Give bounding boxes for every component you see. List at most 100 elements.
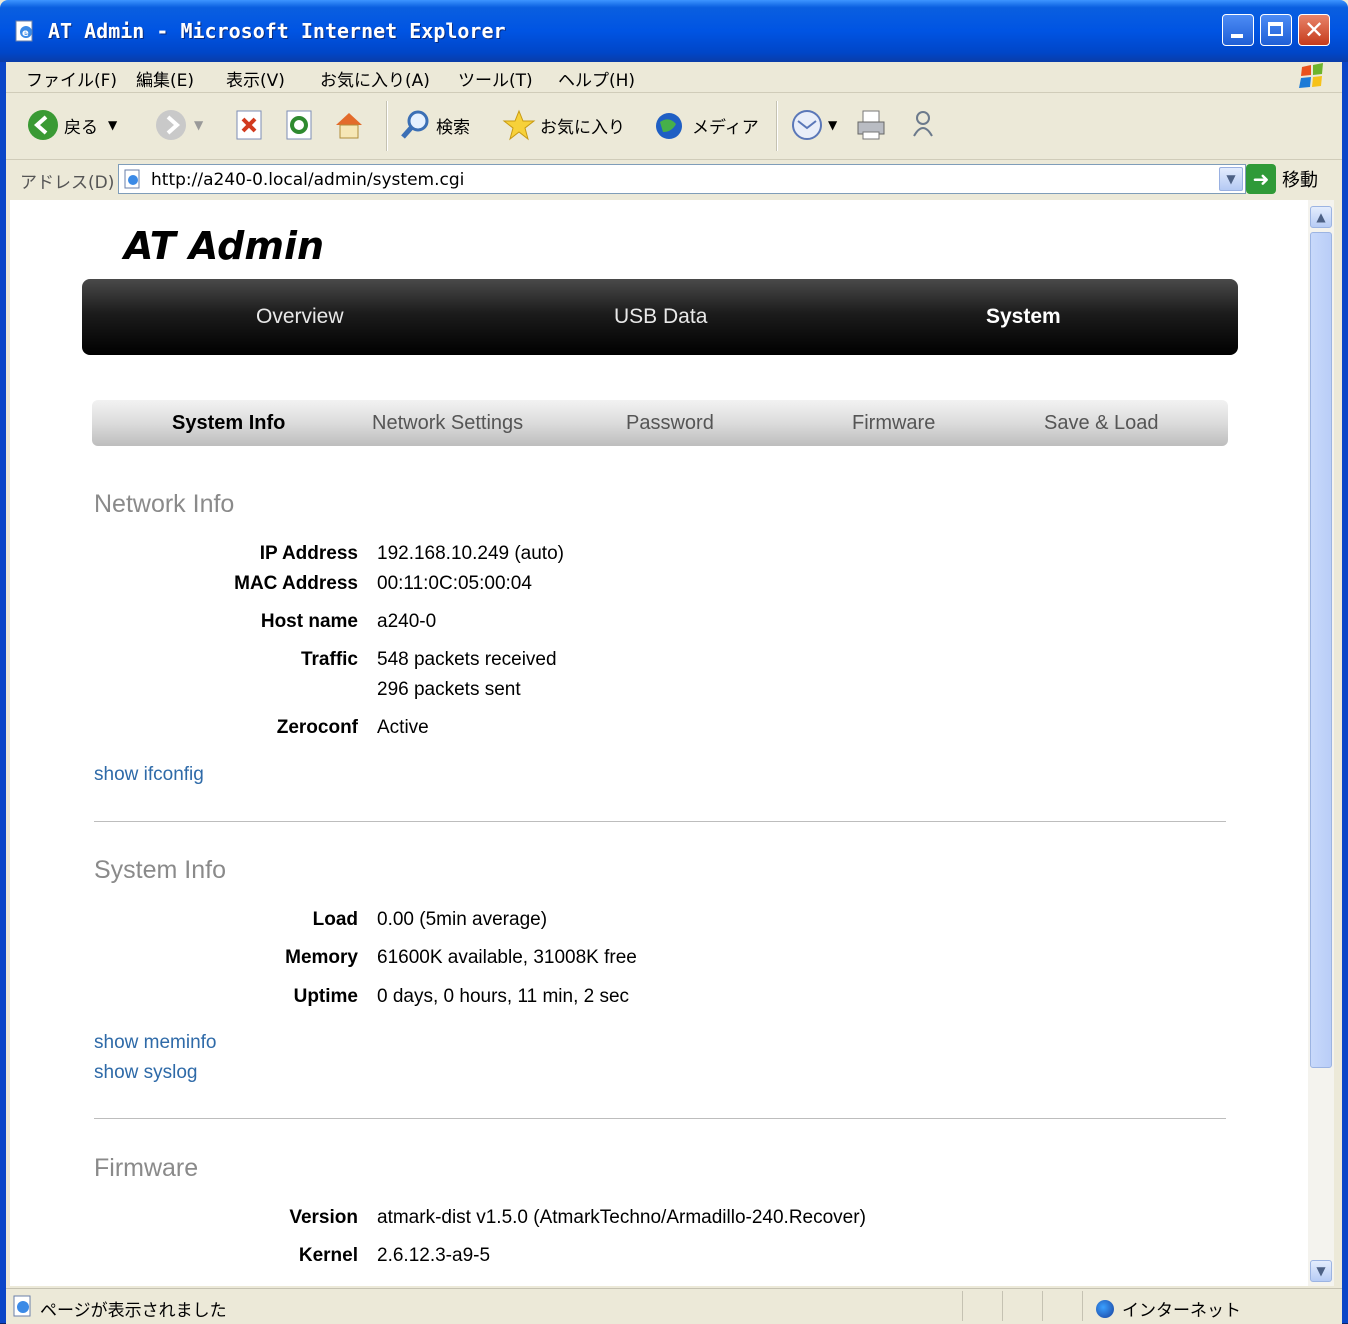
- favorites-button[interactable]: お気に入り: [502, 105, 625, 145]
- address-input[interactable]: http://a240-0.local/admin/system.cgi ▼: [118, 164, 1246, 194]
- windows-logo-icon: [1299, 63, 1323, 88]
- security-zone: インターネット: [1096, 1296, 1241, 1321]
- menu-view[interactable]: 表示(V): [226, 66, 285, 91]
- menu-file[interactable]: ファイル(F): [26, 66, 117, 91]
- forward-arrow-icon: [156, 110, 186, 140]
- title-bar[interactable]: e AT Admin - Microsoft Internet Explorer…: [0, 0, 1348, 62]
- stop-button[interactable]: [232, 105, 270, 145]
- vertical-scrollbar[interactable]: ▲ ▼: [1308, 200, 1334, 1286]
- address-label: アドレス(D): [20, 173, 115, 193]
- home-icon: [336, 113, 362, 139]
- search-button[interactable]: 検索: [398, 105, 470, 145]
- star-icon: [502, 109, 536, 141]
- go-arrow-icon: ➜: [1246, 164, 1276, 194]
- refresh-button[interactable]: [282, 105, 320, 145]
- memory-value: 61600K available, 31008K free: [377, 947, 637, 968]
- tab-password[interactable]: Password: [626, 412, 714, 435]
- window-title: AT Admin - Microsoft Internet Explorer: [48, 19, 506, 43]
- show-ifconfig-link[interactable]: show ifconfig: [94, 764, 204, 786]
- traffic-sent-value: 296 packets sent: [377, 679, 521, 700]
- traffic-received-value: 548 packets received: [377, 649, 557, 670]
- go-button[interactable]: ➜ 移動: [1246, 164, 1318, 194]
- ie-page-icon: [124, 169, 140, 189]
- window-frame-left: [0, 62, 6, 1323]
- window-frame-right: [1342, 62, 1348, 1323]
- browser-window: e AT Admin - Microsoft Internet Explorer…: [0, 0, 1348, 1324]
- status-bar: ページが表示されました インターネット: [6, 1288, 1342, 1324]
- forward-button[interactable]: ▼: [154, 105, 203, 145]
- status-text: ページが表示されました: [40, 1301, 227, 1321]
- svg-text:e: e: [22, 28, 29, 39]
- home-button[interactable]: [332, 105, 370, 145]
- search-icon: [401, 110, 429, 139]
- menu-tools[interactable]: ツール(T): [458, 66, 533, 91]
- messenger-button[interactable]: [906, 105, 944, 145]
- show-meminfo-link[interactable]: show meminfo: [94, 1032, 217, 1054]
- minimize-icon: [1231, 34, 1243, 38]
- print-button[interactable]: [854, 105, 892, 145]
- refresh-icon: [286, 110, 312, 140]
- maximize-icon: [1268, 22, 1283, 36]
- nav-overview[interactable]: Overview: [256, 305, 344, 329]
- uptime-value: 0 days, 0 hours, 11 min, 2 sec: [377, 986, 630, 1007]
- show-syslog-link[interactable]: show syslog: [94, 1062, 198, 1084]
- maximize-button[interactable]: [1260, 14, 1292, 46]
- printer-icon: [857, 110, 885, 140]
- section-divider: [94, 1118, 1226, 1119]
- tab-network-settings[interactable]: Network Settings: [372, 412, 523, 435]
- messenger-icon: [913, 111, 933, 137]
- nav-system[interactable]: System: [986, 305, 1061, 329]
- mail-dropdown-icon[interactable]: ▼: [828, 118, 837, 132]
- back-label: 戻る: [64, 117, 98, 138]
- menu-help[interactable]: ヘルプ(H): [558, 66, 635, 91]
- scroll-up-icon[interactable]: ▲: [1310, 206, 1332, 228]
- internet-globe-icon: [1096, 1299, 1114, 1318]
- forward-dropdown-icon[interactable]: ▼: [194, 118, 203, 132]
- tab-firmware[interactable]: Firmware: [852, 412, 935, 435]
- version-label: Version: [289, 1207, 358, 1228]
- tab-system-info[interactable]: System Info: [172, 412, 285, 435]
- media-globe-icon: [656, 113, 682, 139]
- media-button[interactable]: メディア: [654, 105, 759, 145]
- main-nav: Overview USB Data System: [82, 279, 1238, 355]
- minimize-button[interactable]: [1222, 14, 1254, 46]
- site-title: AT Admin: [124, 224, 325, 268]
- status-divider: [1002, 1291, 1003, 1321]
- sub-nav: System Info Network Settings Password Fi…: [92, 400, 1228, 446]
- traffic-label: Traffic: [300, 649, 358, 670]
- nav-usb-data[interactable]: USB Data: [614, 305, 707, 329]
- menu-favorites[interactable]: お気に入り(A): [320, 66, 430, 91]
- stop-icon: [236, 110, 262, 140]
- search-label: 検索: [436, 117, 470, 138]
- address-bar: アドレス(D) http://a240-0.local/admin/system…: [6, 160, 1342, 200]
- zeroconf-value: Active: [377, 717, 429, 738]
- section-heading-network: Network Info: [94, 490, 235, 518]
- menu-bar: ファイル(F) 編集(E) 表示(V) お気に入り(A) ツール(T) ヘルプ(…: [6, 62, 1342, 93]
- scroll-down-icon[interactable]: ▼: [1310, 1260, 1332, 1282]
- menu-edit[interactable]: 編集(E): [136, 66, 194, 91]
- section-heading-firmware: Firmware: [94, 1154, 199, 1182]
- close-button[interactable]: ✕: [1298, 14, 1330, 46]
- media-label: メディア: [692, 117, 759, 138]
- status-divider: [962, 1291, 963, 1321]
- status-divider: [1082, 1291, 1083, 1321]
- tab-save-load[interactable]: Save & Load: [1044, 412, 1159, 435]
- memory-label: Memory: [285, 947, 358, 968]
- zone-label: インターネット: [1122, 1301, 1241, 1321]
- toolbar-separator: [386, 101, 388, 151]
- kernel-label: Kernel: [298, 1245, 358, 1266]
- toolbar-separator: [776, 101, 778, 151]
- section-divider: [94, 821, 1226, 822]
- page-viewport: AT Admin Overview USB Data System System…: [10, 200, 1308, 1286]
- address-url: http://a240-0.local/admin/system.cgi: [151, 170, 465, 190]
- ie-page-icon: [13, 1295, 31, 1317]
- mail-button[interactable]: ▼: [790, 105, 837, 145]
- back-button[interactable]: 戻る ▼: [26, 105, 117, 145]
- address-dropdown-icon[interactable]: ▼: [1219, 167, 1243, 191]
- section-heading-system: System Info: [94, 856, 226, 884]
- close-icon: ✕: [1303, 16, 1325, 44]
- scrollbar-thumb[interactable]: [1310, 232, 1332, 1068]
- host-name-label: Host name: [260, 611, 358, 632]
- go-label: 移動: [1282, 170, 1318, 191]
- back-dropdown-icon[interactable]: ▼: [108, 118, 117, 132]
